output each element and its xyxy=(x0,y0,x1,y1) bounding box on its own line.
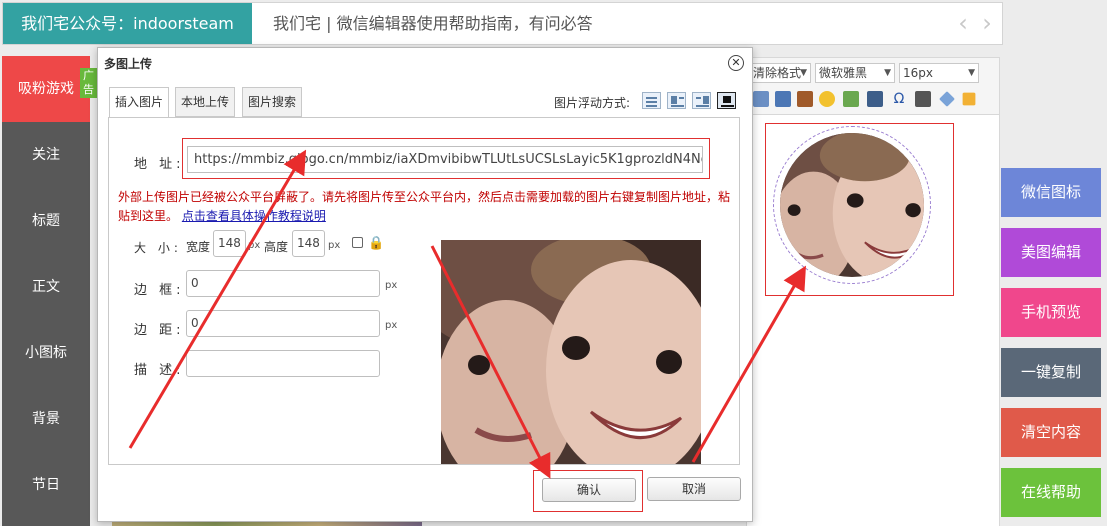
tutorial-link[interactable]: 点击查看具体操作教程说明 xyxy=(182,209,326,223)
size-select[interactable]: 16px ▼ xyxy=(899,63,979,83)
dialog-title: 多图上传 xyxy=(104,57,153,71)
image-preview xyxy=(441,240,701,464)
border-unit: px xyxy=(385,280,398,291)
tab-local-upload[interactable]: 本地上传 xyxy=(175,87,236,117)
confirm-button[interactable]: 确认 xyxy=(542,478,636,502)
layout-icon[interactable] xyxy=(775,91,791,107)
preview-dashed-ring xyxy=(773,126,931,284)
picture-icon[interactable] xyxy=(843,91,859,107)
width-unit: px xyxy=(248,240,261,251)
width-input[interactable]: 148 xyxy=(213,230,246,257)
margin-label: 边 距: xyxy=(134,323,185,338)
film-icon[interactable] xyxy=(867,91,883,107)
chevron-right-icon[interactable]: › xyxy=(977,11,997,35)
wechat-icon-button[interactable]: 微信图标 xyxy=(1001,168,1101,217)
warning-message: 外部上传图片已经被公众平台屏蔽了。请先将图片传至公众平台内，然后点击需要加载的图… xyxy=(118,188,738,226)
tab-image-search[interactable]: 图片搜索 xyxy=(242,87,303,117)
tab-insert-image[interactable]: 插入图片 xyxy=(109,87,170,118)
image-icon[interactable] xyxy=(753,91,769,107)
menu-item-label: 吸粉游戏 xyxy=(18,81,74,97)
top-bar: 我们宅公众号：indoorsteam 我们宅 | 微信编辑器使用帮助指南，有问必… xyxy=(2,2,1003,45)
close-icon[interactable]: ✕ xyxy=(728,55,744,71)
border-input[interactable]: 0 xyxy=(186,270,380,297)
address-input[interactable]: https://mmbiz.qlogo.cn/mmbiz/iaXDmvibibw… xyxy=(187,146,703,173)
address-highlight: https://mmbiz.qlogo.cn/mmbiz/iaXDmvibibw… xyxy=(182,138,710,179)
font-select[interactable]: 微软雅黑 ▼ xyxy=(815,63,895,83)
font-select-value: 微软雅黑 xyxy=(819,66,868,80)
margin-unit: px xyxy=(385,320,398,331)
clear-content-button[interactable]: 清空内容 xyxy=(1001,408,1101,457)
chevron-left-icon[interactable]: ‹ xyxy=(953,11,973,35)
menu-item-festival[interactable]: 节日 xyxy=(2,452,90,518)
eraser-icon[interactable] xyxy=(939,91,955,107)
cancel-button[interactable]: 取消 xyxy=(647,477,741,501)
float-left-icon[interactable] xyxy=(667,92,686,109)
format-select[interactable]: 清除格式 ▼ xyxy=(749,63,811,83)
height-label: 高度 xyxy=(264,240,289,254)
brand-label[interactable]: 我们宅公众号：indoorsteam xyxy=(3,3,252,44)
size-select-value: 16px xyxy=(903,66,933,80)
height-input[interactable]: 148 xyxy=(292,230,325,257)
float-center-icon[interactable] xyxy=(717,92,736,109)
height-unit: px xyxy=(328,240,341,251)
copy-all-button[interactable]: 一键复制 xyxy=(1001,348,1101,397)
size-label: 大 小: xyxy=(134,241,182,255)
float-mode-label: 图片浮动方式: xyxy=(554,96,631,110)
emoji-icon[interactable] xyxy=(819,91,835,107)
address-label: 地 址: xyxy=(134,157,185,172)
image-edit-button[interactable]: 美图编辑 xyxy=(1001,228,1101,277)
width-label: 宽度 xyxy=(186,240,211,254)
border-label: 边 框: xyxy=(134,283,185,298)
confirm-highlight: 确认 xyxy=(533,470,643,512)
paste-icon[interactable] xyxy=(797,91,813,107)
binoculars-icon[interactable] xyxy=(915,91,931,107)
mobile-preview-button[interactable]: 手机预览 xyxy=(1001,288,1101,337)
left-menu: 吸粉游戏 广告 关注 标题 正文 小图标 背景 节日 xyxy=(2,56,97,526)
preview-highlight xyxy=(765,123,954,296)
editor-toolbar: 清除格式 ▼ 微软雅黑 ▼ 16px ▼ Ω xyxy=(746,57,1000,115)
float-right-icon[interactable] xyxy=(692,92,711,109)
wand-icon[interactable] xyxy=(962,92,976,106)
menu-item-title[interactable]: 标题 xyxy=(2,188,90,254)
margin-input[interactable]: 0 xyxy=(186,310,380,337)
omega-icon[interactable]: Ω xyxy=(891,91,907,107)
lock-ratio-checkbox[interactable] xyxy=(352,237,363,248)
menu-item-follow[interactable]: 关注 xyxy=(2,122,90,188)
ad-badge: 广告 xyxy=(80,68,97,98)
description-label: 描 述: xyxy=(134,363,185,378)
float-none-icon[interactable] xyxy=(642,92,661,109)
format-select-value: 清除格式 xyxy=(753,66,802,80)
menu-item-small-icon[interactable]: 小图标 xyxy=(2,320,90,386)
multi-image-upload-dialog: 多图上传 ✕ 插入图片 本地上传 图片搜索 图片浮动方式: 地 址: https… xyxy=(97,47,753,522)
menu-item-fan-games[interactable]: 吸粉游戏 广告 xyxy=(2,56,97,122)
preview-circle-photo[interactable] xyxy=(780,133,924,277)
menu-item-background[interactable]: 背景 xyxy=(2,386,90,452)
menu-item-body[interactable]: 正文 xyxy=(2,254,90,320)
lock-icon: 🔒 xyxy=(368,236,385,251)
description-input[interactable] xyxy=(186,350,380,377)
online-help-button[interactable]: 在线帮助 xyxy=(1001,468,1101,517)
header-message[interactable]: 我们宅 | 微信编辑器使用帮助指南，有问必答 xyxy=(273,3,593,44)
